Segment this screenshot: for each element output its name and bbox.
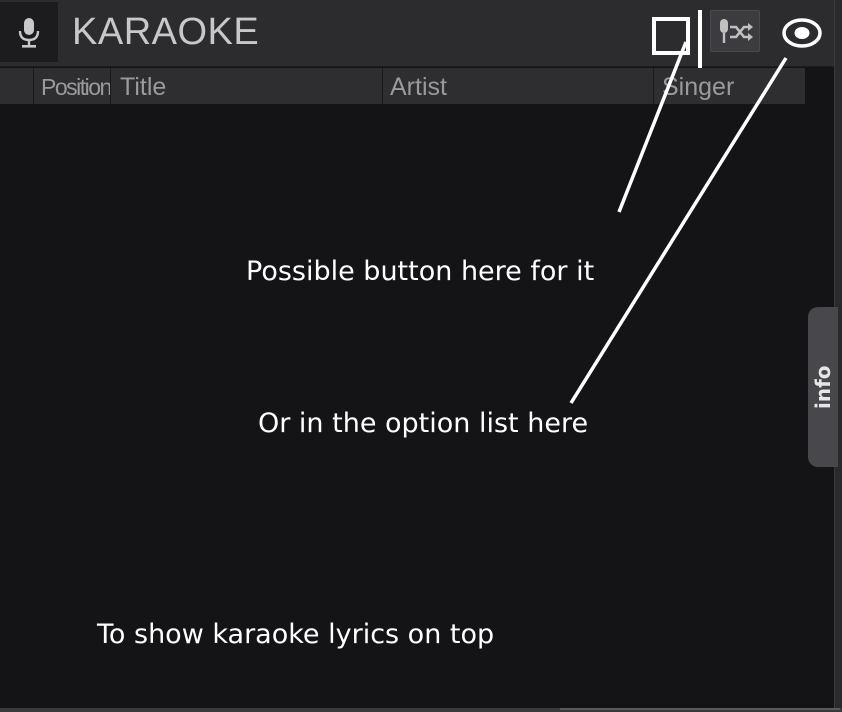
annotation-lyrics-note: To show karaoke lyrics on top: [97, 619, 495, 650]
panel-header: KARAOKE: [0, 0, 834, 68]
mic-shuffle-icon: [720, 19, 753, 43]
bottom-edge-highlight: [560, 708, 840, 710]
annotation-button-note: Possible button here for it: [246, 256, 595, 287]
column-header-position[interactable]: Position: [33, 68, 110, 104]
column-header-singer[interactable]: Singer: [653, 68, 805, 104]
eye-icon[interactable]: [780, 14, 824, 52]
annotation-options-note: Or in the option list here: [258, 408, 589, 439]
panel-title: KARAOKE: [72, 11, 260, 53]
annotation-square: [652, 17, 690, 55]
annotation-line-options: [569, 57, 788, 404]
annotation-divider: [698, 10, 702, 68]
column-header-title[interactable]: Title: [110, 68, 380, 104]
column-header-row: Position Title Artist Singer: [0, 68, 805, 104]
mic-shuffle-button[interactable]: [710, 10, 760, 52]
microphone-button[interactable]: [0, 2, 58, 62]
info-side-tab[interactable]: info: [808, 307, 838, 467]
microphone-icon: [18, 18, 40, 48]
column-stub[interactable]: [0, 68, 32, 104]
column-header-artist[interactable]: Artist: [382, 68, 652, 104]
annotation-lines: [569, 41, 788, 404]
karaoke-panel: KARAOKE Position Title Artist Singer inf…: [0, 0, 842, 712]
info-tab-label: info: [811, 365, 835, 409]
bottom-edge: [0, 708, 842, 712]
